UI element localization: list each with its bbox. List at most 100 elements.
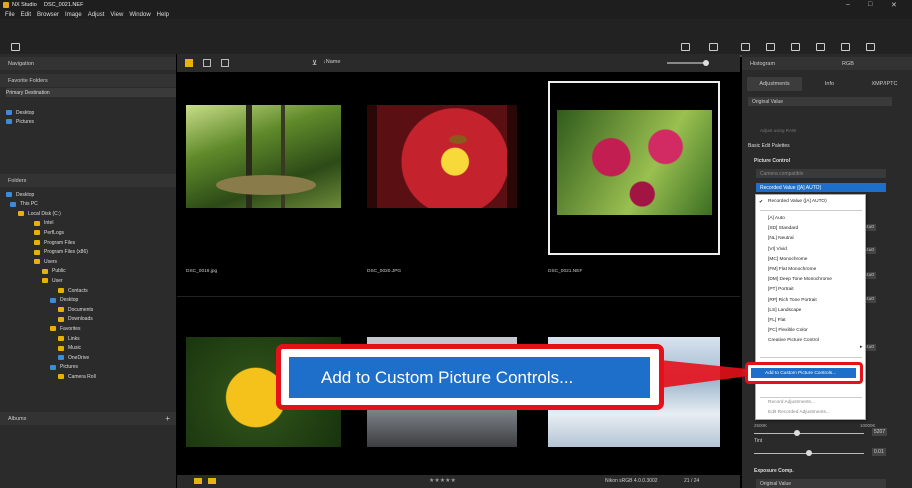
navigation-header[interactable]: Navigation	[0, 57, 176, 70]
folder-item[interactable]: Program Files	[34, 238, 75, 247]
basic-palettes-header[interactable]: Basic Edit Palettes	[748, 143, 790, 149]
temp-slider[interactable]	[754, 433, 864, 434]
menu-item-edit-recorded[interactable]: Edit Recorded Adjustments...	[768, 410, 830, 415]
tab-info[interactable]: Info	[802, 77, 857, 91]
menu-item-pc[interactable]: Creative Picture Control	[768, 338, 819, 343]
rating-stars[interactable]: ★★★★★	[429, 477, 456, 484]
menu-adjust[interactable]: Adjust	[88, 12, 105, 18]
menu-browser[interactable]: Browser	[37, 12, 59, 18]
picture-control-header[interactable]: Picture Control	[754, 158, 790, 164]
menu-item-pc[interactable]: [LS] Landscape	[768, 308, 801, 313]
tab-xmp[interactable]: XMP/IPTC	[857, 77, 912, 91]
fav-desktop[interactable]: Desktop	[6, 108, 34, 117]
menu-item-pc[interactable]: [RP] Rich Tone Portrait	[768, 298, 817, 303]
folder-item[interactable]: Intel	[34, 219, 53, 228]
menu-item-pc[interactable]: [VI] Vivid	[768, 247, 787, 252]
folder-item[interactable]: PerfLogs	[34, 228, 64, 237]
folders-header[interactable]: Folders	[0, 174, 176, 187]
histogram-header[interactable]: Histogram RGB	[742, 57, 912, 70]
camera-compat-select[interactable]: Camera compatible	[756, 169, 886, 178]
primary-destination[interactable]: Primary Destination	[6, 88, 176, 97]
temp-handle[interactable]	[794, 430, 800, 436]
thumbnail-dahlia[interactable]	[367, 105, 517, 208]
maximize-button[interactable]: □	[868, 1, 872, 8]
menu-item-pc[interactable]: [MC] Monochrome	[768, 257, 807, 262]
menu-edit[interactable]: Edit	[21, 12, 31, 18]
folder-item[interactable]: Camera Roll	[58, 372, 96, 381]
thumbnail-selected[interactable]	[548, 81, 720, 255]
original-value-select[interactable]: Original Value	[748, 97, 892, 106]
folder-icon	[34, 249, 40, 255]
select-label: Recorded Value ([A] AUTO)	[760, 184, 822, 191]
folder-item[interactable]: Desktop	[6, 190, 34, 199]
menu-item-pc[interactable]: [FM] Flat Monochrome	[768, 267, 816, 272]
menu-item-pc[interactable]: [FC] Flexible Color	[768, 328, 808, 333]
menu-window[interactable]: Window	[129, 12, 150, 18]
folder-item[interactable]: Desktop	[50, 296, 78, 305]
folder-item[interactable]: Music	[58, 344, 81, 353]
select-label: Camera compatible	[760, 170, 804, 177]
add-to-custom-menu-item[interactable]: Add to Custom Picture Controls...	[751, 368, 856, 378]
folder-label: Documents	[68, 306, 94, 313]
folder-item[interactable]: OneDrive	[58, 353, 89, 362]
menu-item-pc[interactable]: [DM] Deep Tone Monochrome	[768, 277, 832, 282]
fav-pictures[interactable]: Pictures	[6, 117, 34, 126]
menu-help[interactable]: Help	[157, 12, 169, 18]
channel-select[interactable]: RGB	[842, 61, 854, 67]
folder-label: Links	[68, 335, 80, 342]
add-album-icon[interactable]: +	[165, 414, 170, 423]
folder-item[interactable]: Public	[42, 267, 66, 276]
color-profile: Nikon sRGB 4.0.0.3002	[605, 478, 658, 484]
grid-view-icon[interactable]	[185, 59, 193, 67]
albums-label: Albums	[8, 415, 27, 422]
add-to-custom-callout-button[interactable]: Add to Custom Picture Controls...	[289, 357, 650, 398]
close-button[interactable]: ✕	[891, 1, 897, 9]
picture-control-icon	[680, 43, 690, 51]
list-view-icon[interactable]	[203, 59, 211, 67]
label-icon[interactable]	[194, 478, 202, 484]
tab-adjustments[interactable]: Adjustments	[747, 77, 802, 91]
temp-value[interactable]: 5207	[872, 428, 888, 436]
folder-item[interactable]: Pictures	[50, 363, 78, 372]
menu-image[interactable]: Image	[65, 12, 82, 18]
menu-item-recorded[interactable]: Recorded Value ([A] AUTO)	[768, 199, 827, 204]
sort-select[interactable]: ↓Name	[323, 59, 340, 65]
zoom-slider[interactable]	[667, 62, 707, 64]
minimize-button[interactable]: –	[846, 1, 850, 8]
folder-item[interactable]: User	[42, 276, 63, 285]
tint-value[interactable]: 0.01	[872, 448, 886, 456]
menu-item-pc[interactable]: [A] Auto	[768, 216, 785, 221]
menu-item-pc[interactable]: [SD] Standard	[768, 226, 798, 231]
folder-item[interactable]: Documents	[58, 305, 93, 314]
menu-item-pc[interactable]: [NL] Neutral	[768, 236, 794, 241]
folder-item[interactable]: Contacts	[58, 286, 88, 295]
thumbnail-forest[interactable]	[186, 105, 341, 208]
menu-item-pc[interactable]: [PT] Portrait	[768, 287, 794, 292]
folder-item[interactable]: Users	[34, 257, 57, 266]
menu-item-record[interactable]: Record Adjustments...	[768, 400, 815, 405]
folders-label: Folders	[8, 177, 27, 184]
exposure-select[interactable]: Original Value	[756, 479, 886, 488]
folder-icon	[34, 240, 40, 245]
picture-control-select[interactable]: Recorded Value ([A] AUTO)	[756, 183, 886, 192]
menu-file[interactable]: File	[5, 12, 15, 18]
row-divider	[177, 296, 740, 297]
favorites-header[interactable]: Favorite Folders	[0, 74, 176, 87]
folder-item[interactable]: Program Files (x86)	[34, 248, 88, 257]
menu-item-pc[interactable]: [FL] Flat	[768, 318, 786, 323]
albums-header[interactable]: Albums +	[0, 412, 176, 425]
filter-icon[interactable]: ⊻	[312, 59, 317, 67]
adjust-raw-label[interactable]: Adjust using RAW	[760, 128, 796, 133]
label-icon[interactable]	[208, 478, 216, 484]
folder-item[interactable]: Favorites	[50, 324, 81, 333]
exposure-header[interactable]: Exposure Comp.	[754, 468, 794, 474]
zoom-handle[interactable]	[703, 60, 709, 66]
folder-item[interactable]: This PC	[10, 200, 38, 209]
fav-label: Pictures	[16, 118, 35, 125]
menu-view[interactable]: View	[110, 12, 123, 18]
folder-item[interactable]: Local Disk (C:)	[18, 209, 61, 218]
single-view-icon[interactable]	[221, 59, 229, 67]
folder-item[interactable]: Links	[58, 334, 80, 343]
folder-item[interactable]: Downloads	[58, 315, 93, 324]
tint-handle[interactable]	[806, 450, 812, 456]
